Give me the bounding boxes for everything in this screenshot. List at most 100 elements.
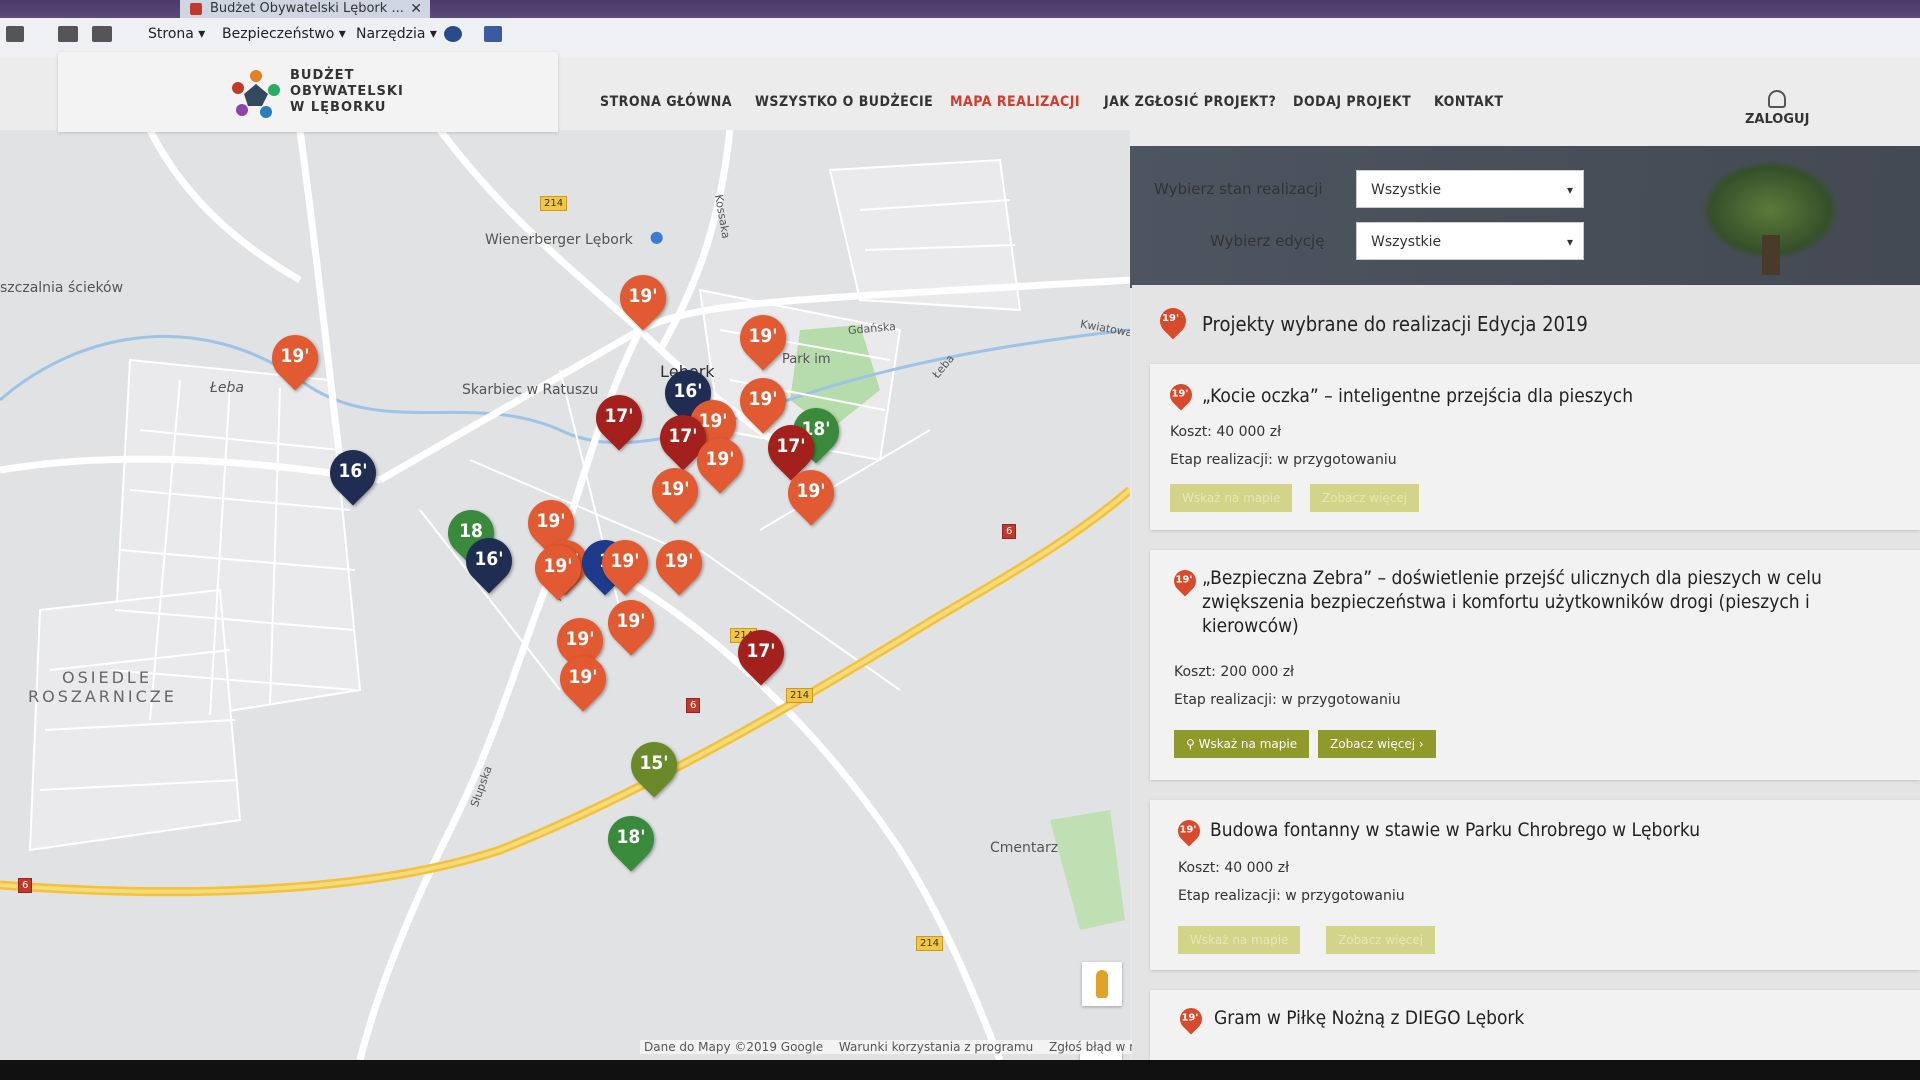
status-filter-label: Wybierz stan realizacji [1154, 180, 1323, 198]
monitor-bezel [0, 1060, 1920, 1080]
login-label: ZALOGUJ [1745, 112, 1810, 127]
menu-strona[interactable]: Strona ▾ [148, 26, 205, 42]
tab-close-icon[interactable]: ✕ [410, 0, 422, 18]
project-cost: Koszt: 40 000 zł [1178, 860, 1290, 876]
map-marker-icon[interactable]: 19' [642, 458, 708, 524]
map-marker-icon[interactable]: 19' [592, 530, 658, 596]
map-label-osiedle: OSIEDLE [62, 668, 152, 687]
mail-icon[interactable] [58, 26, 78, 42]
edition-filter-select[interactable]: Wszystkie [1356, 222, 1584, 261]
show-on-map-button[interactable]: Wskaż na mapie [1170, 484, 1293, 512]
menu-bezpieczenstwo[interactable]: Bezpieczeństwo ▾ [222, 26, 346, 42]
map-label-cmentarz: Cmentarz [990, 840, 1059, 856]
map-marker-icon[interactable]: 18' [598, 806, 664, 872]
marker-label: 19' [628, 285, 658, 307]
marker-label: 18' [616, 826, 646, 848]
map[interactable]: Wienerberger Lębork ⬤ szczalnia ścieków … [0, 130, 1130, 1060]
nav-jak-zglosic-projekt[interactable]: JAK ZGŁOSIĆ PROJEKT? [1104, 94, 1276, 110]
status-filter-select[interactable]: Wszystkie [1356, 170, 1584, 209]
tree-trunk [1762, 235, 1780, 275]
map-marker-icon[interactable]: 19' [262, 325, 328, 391]
print-icon[interactable] [92, 26, 112, 42]
road-badge: 6 [18, 878, 33, 893]
nav-kontakt[interactable]: KONTAKT [1434, 94, 1504, 110]
help-icon[interactable] [444, 26, 462, 42]
project-badge-icon: 19' [1165, 379, 1197, 411]
show-on-map-button[interactable]: ⚲ Wskaż na mapie [1174, 730, 1310, 758]
logo-line-3: W LĘBORKU [290, 100, 387, 115]
marker-label: 19' [660, 478, 690, 500]
project-card[interactable]: 19' Gram w Piłkę Nożną z DIEGO Lębork [1150, 990, 1920, 1060]
marker-label: 16' [673, 380, 703, 402]
project-card[interactable]: 19' „Bezpieczna Zebra” – doświetlenie pr… [1150, 550, 1920, 780]
map-marker-icon[interactable]: 19' [610, 265, 676, 331]
browser-tabstrip: Budżet Obywatelski Lębork ... ✕ [0, 0, 1920, 18]
map-pin-icon: ⚲ [1186, 737, 1199, 751]
project-badge-icon: 19' [1173, 815, 1205, 847]
project-stage: Etap realizacji: w przygotowaniu [1178, 888, 1405, 904]
project-title[interactable]: Gram w Piłkę Nożną z DIEGO Lębork [1214, 1006, 1524, 1030]
marker-label: 19' [796, 480, 826, 502]
logo-people-icon [232, 70, 280, 118]
see-more-button[interactable]: Zobacz więcej › [1318, 730, 1436, 758]
research-icon[interactable] [484, 26, 502, 42]
project-card[interactable]: 19' „Kocie oczka” – inteligentne przejśc… [1150, 364, 1920, 530]
nav-mapa-realizacji[interactable]: MAPA REALIZACJI [950, 94, 1080, 110]
map-marker-icon[interactable]: 19' [687, 428, 753, 494]
project-title[interactable]: „Kocie oczka” – inteligentne przejścia d… [1202, 384, 1633, 408]
site-favicon-icon [190, 3, 202, 15]
map-marker-icon[interactable]: 19' [646, 530, 712, 596]
map-marker-icon[interactable]: 19' [778, 460, 844, 526]
map-marker-icon[interactable]: 19' [525, 535, 591, 601]
see-more-button[interactable]: Zobacz więcej [1310, 484, 1420, 512]
marker-label: 16' [474, 548, 504, 570]
map-marker-icon[interactable]: 16' [320, 440, 386, 506]
show-on-map-button[interactable]: Wskaż na mapie [1178, 926, 1301, 954]
tab-title: Budżet Obywatelski Lębork ... [210, 1, 404, 16]
see-more-button[interactable]: Zobacz więcej [1326, 926, 1436, 954]
marker-label: 19' [664, 550, 694, 572]
nav-dodaj-projekt[interactable]: DODAJ PROJEKT [1293, 94, 1411, 110]
marker-label: 19' [543, 555, 573, 577]
map-label-skarbiec: Skarbiec w Ratuszu [462, 382, 599, 398]
project-title[interactable]: Budowa fontanny w stawie w Parku Chrobre… [1210, 818, 1700, 842]
project-title[interactable]: „Bezpieczna Zebra” – doświetlenie przejś… [1202, 566, 1902, 638]
edition-filter-label: Wybierz edycję [1210, 232, 1325, 250]
marker-label: 19' [536, 510, 566, 532]
menu-narzedzia[interactable]: Narzędzia ▾ [356, 26, 437, 42]
project-stage: Etap realizacji: w przygotowaniu [1174, 692, 1401, 708]
road-badge: 6 [686, 698, 701, 713]
terms-link[interactable]: Warunki korzystania z programu [839, 1040, 1033, 1054]
project-cost: Koszt: 200 000 zł [1174, 664, 1295, 680]
map-marker-icon[interactable]: 15' [621, 732, 687, 798]
project-cost: Koszt: 40 000 zł [1170, 424, 1282, 440]
marker-label: 19' [748, 388, 778, 410]
street-view-pegman-icon[interactable] [1082, 962, 1122, 1006]
logo-line-1: BUDŻET [290, 68, 355, 83]
project-card[interactable]: 19' Budowa fontanny w stawie w Parku Chr… [1150, 800, 1920, 970]
map-marker-icon[interactable]: 17' [728, 620, 794, 686]
nav-wszystko-o-budzecie[interactable]: WSZYSTKO O BUDŻECIE [755, 94, 933, 110]
show-on-map-label: Wskaż na mapie [1198, 737, 1298, 751]
map-marker-icon[interactable]: 17' [586, 385, 652, 451]
marker-label: 19' [565, 628, 595, 650]
nav-strona-glowna[interactable]: STRONA GŁÓWNA [600, 94, 732, 110]
map-label-leba: Łeba [210, 380, 244, 396]
rss-icon[interactable] [6, 26, 24, 42]
site-logo[interactable]: BUDŻET OBYWATELSKI W LĘBORKU [58, 52, 558, 132]
road-badge: 6 [1002, 524, 1017, 539]
map-marker-icon[interactable]: 19' [550, 646, 616, 712]
map-attribution: Dane do Mapy ©2019 Google Warunki korzys… [640, 1040, 1194, 1054]
login-button[interactable]: ZALOGUJ [1745, 90, 1809, 127]
map-marker-icon[interactable]: 19' [730, 305, 796, 371]
map-marker-icon[interactable]: 16' [456, 528, 522, 594]
project-badge-icon: 19' [1175, 1003, 1207, 1035]
road-badge: 214 [786, 688, 814, 703]
map-marker-icon[interactable]: 19' [598, 590, 664, 656]
browser-tab[interactable]: Budżet Obywatelski Lębork ... ✕ [180, 0, 430, 18]
panel-title: Projekty wybrane do realizacji Edycja 20… [1202, 312, 1588, 336]
marker-label: 19' [705, 448, 735, 470]
marker-label: 17' [776, 435, 806, 457]
map-label-oczyszczalnia: szczalnia ścieków [0, 280, 124, 296]
marker-label: 19' [610, 550, 640, 572]
